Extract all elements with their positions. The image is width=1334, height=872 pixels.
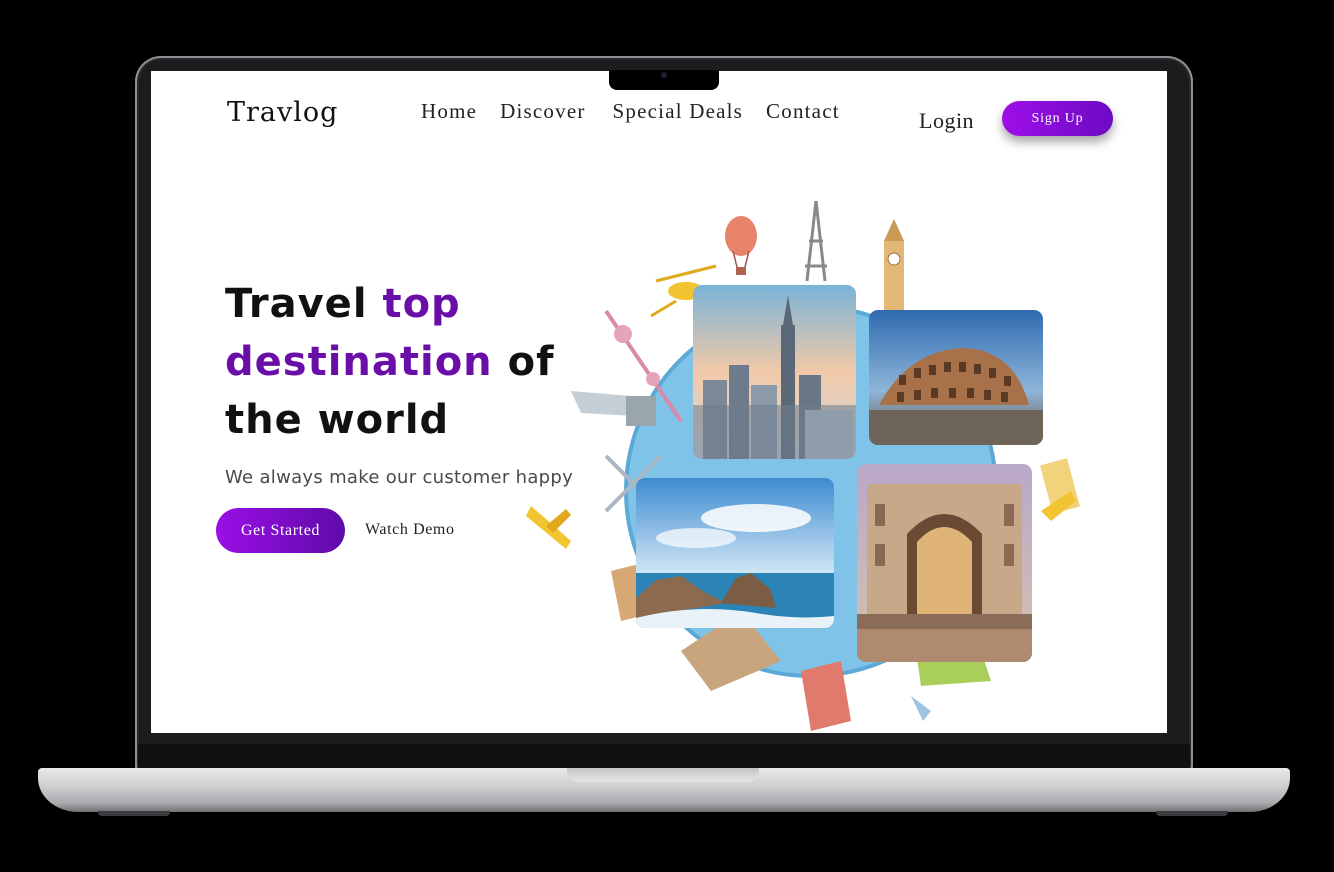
photo-coastal-rocks[interactable] <box>636 478 834 628</box>
hero-title-part1: Travel <box>225 281 383 327</box>
signup-button[interactable]: Sign Up <box>1002 101 1113 136</box>
camera-notch <box>609 70 719 90</box>
statue-of-liberty-icon <box>571 391 656 426</box>
colosseum-image <box>869 310 1043 445</box>
login-link[interactable]: Login <box>919 108 974 134</box>
eiffel-tower-icon <box>805 200 827 282</box>
laptop-foot-left <box>98 811 170 816</box>
laptop-foot-right <box>1156 811 1228 816</box>
watch-demo-link[interactable]: Watch Demo <box>365 521 455 539</box>
airplane-icon <box>526 506 571 549</box>
get-started-button[interactable]: Get Started <box>216 508 345 553</box>
main-nav: Home Discover Special Deals Contact <box>421 99 863 124</box>
camera-icon <box>661 72 667 78</box>
new-york-skyline-image <box>693 285 856 459</box>
photo-new-york-skyline[interactable] <box>693 285 856 459</box>
hot-air-balloon-icon <box>725 216 757 275</box>
nav-item-home[interactable]: Home <box>421 99 477 124</box>
photo-galleria-milan[interactable] <box>857 464 1032 662</box>
site-logo[interactable]: Travlog <box>227 97 338 128</box>
nav-item-special-deals[interactable]: Special Deals <box>613 99 743 124</box>
laptop-opening-notch <box>567 768 759 782</box>
small-bird-icon <box>911 696 931 721</box>
nav-item-discover[interactable]: Discover <box>500 99 585 124</box>
galleria-milan-image <box>857 464 1032 662</box>
coastal-rocks-image <box>636 478 834 628</box>
photo-colosseum[interactable] <box>869 310 1043 445</box>
nav-item-contact[interactable]: Contact <box>766 99 840 124</box>
laptop-bezel <box>138 744 1190 770</box>
website-screen: Travlog Home Discover Special Deals Cont… <box>151 71 1167 733</box>
